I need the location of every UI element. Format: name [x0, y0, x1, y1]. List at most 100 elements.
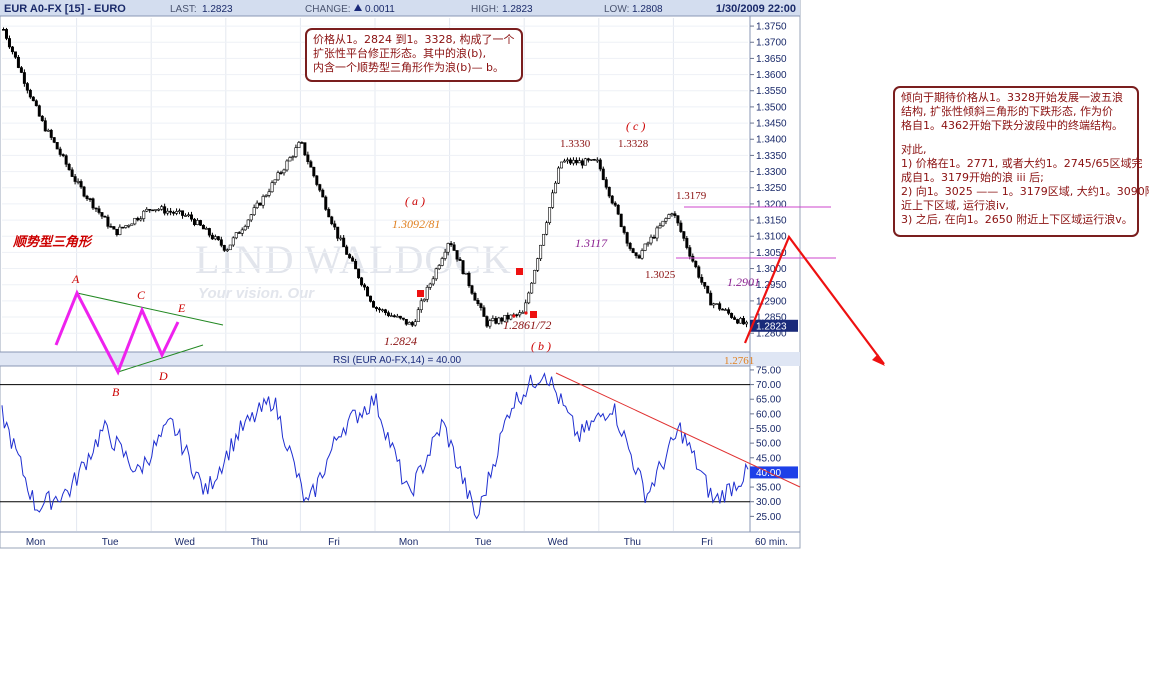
- x-axis-day-label: Thu: [624, 537, 641, 548]
- note2-line-6: 1) 价格在1。2771, 或者大约1。2745/65区域完: [901, 157, 1143, 170]
- price-candle-body: [231, 237, 235, 246]
- price-candle-body: [560, 161, 563, 169]
- price-candle-body: [297, 142, 301, 148]
- high-label: HIGH:: [471, 4, 499, 15]
- price-candle-body: [67, 163, 71, 171]
- low-1-2824-label: 1.2824: [384, 334, 417, 348]
- price-candle-body: [583, 158, 587, 166]
- price-candle-body: [210, 234, 214, 240]
- price-candle-body: [106, 216, 110, 227]
- price-candle-body: [58, 148, 62, 155]
- price-candle-body: [488, 320, 492, 327]
- price-y-tick-label: 1.3450: [756, 119, 787, 130]
- price-candle-body: [431, 278, 435, 285]
- price-candle-body: [613, 202, 617, 206]
- price-candle-body: [628, 242, 632, 249]
- price-candle-body: [598, 159, 602, 170]
- price-candle-body: [315, 175, 319, 185]
- price-candle-body: [85, 195, 89, 199]
- price-candle-body: [169, 210, 173, 213]
- price-y-tick-label: 1.3150: [756, 216, 787, 227]
- price-candle-body: [154, 209, 158, 211]
- price-candle-body: [276, 172, 280, 181]
- price-candle-body: [321, 189, 325, 198]
- triangle-point-b: B: [112, 385, 120, 399]
- price-candle-body: [568, 159, 572, 164]
- price-candle-body: [136, 217, 140, 221]
- note-box-wave-structure: 价格从1。2824 到1。3328, 构成了一个 扩张性平台修正形态。其中的浪(…: [305, 28, 523, 82]
- price-candle-body: [383, 309, 387, 314]
- x-axis-day-label: Tue: [102, 537, 119, 548]
- price-candle-body: [467, 272, 471, 287]
- price-candle-body: [22, 72, 26, 84]
- price-candle-body: [631, 248, 635, 253]
- rsi-y-tick-label: 60.00: [756, 409, 781, 420]
- price-candle-body: [130, 223, 134, 226]
- price-candle-body: [661, 220, 665, 227]
- note1-line-1: 价格从1。2824 到1。3328, 构成了一个: [313, 33, 515, 46]
- price-candle-body: [595, 159, 599, 162]
- chart-title: EUR A0-FX [15] - EURO: [4, 3, 126, 15]
- wave-b-label: ( b ): [531, 339, 551, 353]
- price-candle-body: [539, 244, 543, 259]
- price-candle-body: [13, 51, 17, 58]
- price-candle-body: [79, 181, 83, 188]
- price-candle-body: [389, 315, 393, 317]
- price-candle-body: [363, 284, 367, 288]
- price-candle-body: [652, 236, 656, 239]
- price-candle-body: [1, 29, 5, 31]
- price-y-tick-label: 1.3300: [756, 167, 787, 178]
- note1-line-3: 内含一个顺势型三角形作为浪(b)— b。: [313, 61, 505, 74]
- price-candle-body: [485, 316, 489, 327]
- price-candle-body: [577, 160, 581, 164]
- price-candle-body: [727, 309, 731, 314]
- high-value: 1.2823: [502, 4, 533, 15]
- price-candle-body: [643, 243, 647, 251]
- price-candle-body: [401, 317, 405, 320]
- price-candle-body: [694, 260, 698, 268]
- note2-line-9: 近上下区域, 运行浪iv,: [901, 199, 1010, 212]
- price-candle-body: [580, 160, 584, 166]
- price-candle-body: [366, 286, 370, 297]
- chart-datetime: 1/30/2009 22:00: [716, 3, 796, 15]
- rsi-y-tick-label: 25.00: [756, 512, 781, 523]
- price-candle-body: [395, 315, 399, 318]
- note2-line-3: 格自1。4362开始下跌分波段中的终端结构。: [901, 119, 1123, 132]
- rsi-current-tag: 40.00: [756, 468, 781, 479]
- price-candle-body: [49, 129, 53, 138]
- price-candle-body: [195, 220, 199, 225]
- price-candle-body: [542, 233, 546, 246]
- price-candle-body: [730, 313, 734, 318]
- price-candle-body: [294, 147, 298, 157]
- price-candle-body: [91, 198, 95, 209]
- price-candle-body: [482, 307, 486, 317]
- last-label: LAST:: [170, 4, 197, 15]
- price-candle-body: [127, 225, 131, 227]
- price-candle-body: [392, 315, 396, 318]
- price-candle-body: [646, 242, 650, 245]
- price-candle-body: [327, 209, 331, 218]
- price-candle-body: [148, 208, 152, 211]
- price-candle-body: [458, 258, 462, 261]
- price-candle-body: [530, 282, 534, 294]
- price-candle-body: [443, 251, 447, 259]
- price-candle-body: [342, 237, 346, 248]
- price-candle-body: [312, 166, 316, 177]
- price-candle-body: [97, 208, 101, 213]
- price-candle-body: [658, 225, 662, 229]
- note2-line-7: 成自1。3179开始的浪 iii 后;: [901, 171, 1044, 184]
- price-candle-body: [437, 265, 441, 270]
- x-axis-day-label: Thu: [251, 537, 268, 548]
- price-y-tick-label: 1.3200: [756, 199, 787, 210]
- price-candle-body: [404, 318, 408, 325]
- price-candle-body: [52, 137, 56, 143]
- price-candle-body: [25, 83, 29, 91]
- low-value: 1.2808: [632, 4, 663, 15]
- price-candle-body: [4, 29, 8, 39]
- price-candle-body: [712, 303, 716, 306]
- price-candle-body: [157, 208, 161, 211]
- price-candle-body: [189, 214, 193, 220]
- price-candle-body: [622, 226, 626, 233]
- price-candle-body: [634, 252, 638, 256]
- price-candle-body: [369, 295, 373, 302]
